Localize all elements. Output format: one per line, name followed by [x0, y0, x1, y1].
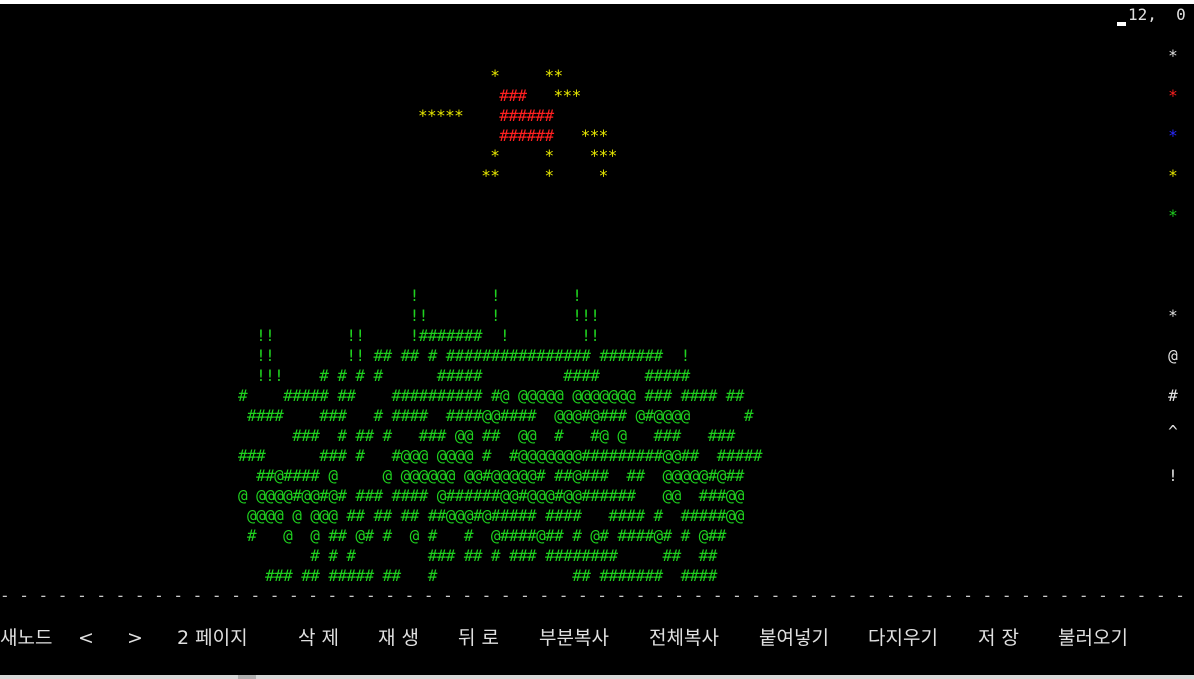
fireworks-line: ** * *	[418, 166, 617, 186]
fireworks-art: * ** ### *** ***** ###### ###### *** * * …	[418, 66, 617, 186]
city-line: ##@#### @ @ @@@@@@ @@#@@@@@# ##@### ## @…	[238, 466, 744, 485]
city-line: !!! # # # # ##### #### #####	[238, 366, 690, 385]
delete-button[interactable]: 삭 제	[298, 626, 339, 650]
fireworks-segment: ** * *	[418, 166, 608, 185]
next-page-button[interactable]: >	[127, 626, 143, 650]
cursor-indicator	[1117, 22, 1126, 26]
fireworks-segment: ***	[526, 86, 582, 105]
city-line: ### ## ##### ## # ## ####### ####	[238, 566, 717, 585]
separator-line: - - - - - - - - - - - - - - - - - - - - …	[0, 586, 1185, 605]
palette-star-char-icon[interactable]: *	[1163, 306, 1183, 326]
city-line: !! !! !####### ! !!	[238, 326, 600, 345]
save-button[interactable]: 저 장	[978, 626, 1019, 650]
page-indicator: 2 페이지	[177, 627, 248, 649]
palette-at-char-icon[interactable]: @	[1163, 346, 1183, 366]
partial-copy-button[interactable]: 부분복사	[539, 626, 609, 650]
city-line: ! ! !	[238, 286, 582, 305]
city-line: # @ @ ## @# # @ # # @####@## # @# ####@#…	[238, 526, 726, 545]
load-button[interactable]: 불러오기	[1058, 626, 1128, 650]
fireworks-segment: * * ***	[418, 146, 617, 165]
palette-blue-star-icon[interactable]: *	[1163, 126, 1183, 146]
fireworks-segment: ######	[499, 106, 554, 125]
prev-page-button[interactable]: <	[78, 626, 94, 650]
fireworks-segment	[418, 126, 499, 145]
fireworks-line: * **	[418, 66, 617, 86]
clear-all-button[interactable]: 다지우기	[868, 626, 938, 650]
fireworks-segment	[418, 86, 499, 105]
full-copy-button[interactable]: 전체복사	[649, 626, 719, 650]
city-line: @ @@@@#@@#@# ### #### @######@@#@@@#@@##…	[238, 486, 744, 505]
fireworks-line: ### ***	[418, 86, 617, 106]
fireworks-line: ###### ***	[418, 126, 617, 146]
resize-grip[interactable]	[238, 675, 256, 679]
new-node-button[interactable]: 새노드	[0, 626, 52, 650]
window-bottom-edge	[0, 675, 1194, 679]
fireworks-line: * * ***	[418, 146, 617, 166]
city-art: ! ! ! !! ! !!! !! !! !####### ! !! !! !!…	[238, 286, 763, 586]
palette-white-star-icon[interactable]: *	[1163, 46, 1183, 66]
fireworks-segment: ######	[499, 126, 554, 145]
city-line: ### # ## # ### @@ ## @@ # #@ @ ### ###	[238, 426, 735, 445]
city-line: !! ! !!!	[238, 306, 600, 325]
palette-yellow-star-icon[interactable]: *	[1163, 166, 1183, 186]
city-line: ### ### # #@@@ @@@@ # #@@@@@@@#########@…	[238, 446, 763, 465]
paste-button[interactable]: 붙여넣기	[759, 626, 829, 650]
play-button[interactable]: 재 생	[378, 626, 419, 650]
back-button[interactable]: 뒤 로	[458, 626, 499, 650]
editor-screen[interactable]: 12, 0 * ** ### *** ***** ###### ###### **…	[0, 4, 1194, 675]
palette-green-star-icon[interactable]: *	[1163, 206, 1183, 226]
fireworks-segment: ###	[499, 86, 527, 105]
cursor-coordinates: 12, 0	[1128, 5, 1186, 24]
fireworks-line: ***** ######	[418, 106, 617, 126]
city-line: !! !! ## ## # ################ ####### !	[238, 346, 690, 365]
palette-bang-char-icon[interactable]: !	[1163, 466, 1183, 486]
city-line: #### ### # #### ####@@#### @@@#@### @#@@…	[238, 406, 753, 425]
fireworks-segment: ***	[553, 126, 609, 145]
city-line: @@@@ @ @@@ ## ## ## ##@@@#@##### #### ##…	[238, 506, 744, 525]
palette-hash-char-icon[interactable]: #	[1163, 386, 1183, 406]
palette-red-star-icon[interactable]: *	[1163, 86, 1183, 106]
city-line: # ##### ## ########## #@ @@@@@ @@@@@@@ #…	[238, 386, 744, 405]
fireworks-segment: * **	[418, 66, 563, 85]
palette-caret-char-icon[interactable]: ^	[1163, 422, 1183, 442]
fireworks-segment: *****	[418, 106, 500, 125]
city-line: # # # ### ## # ### ######## ## ##	[238, 546, 717, 565]
